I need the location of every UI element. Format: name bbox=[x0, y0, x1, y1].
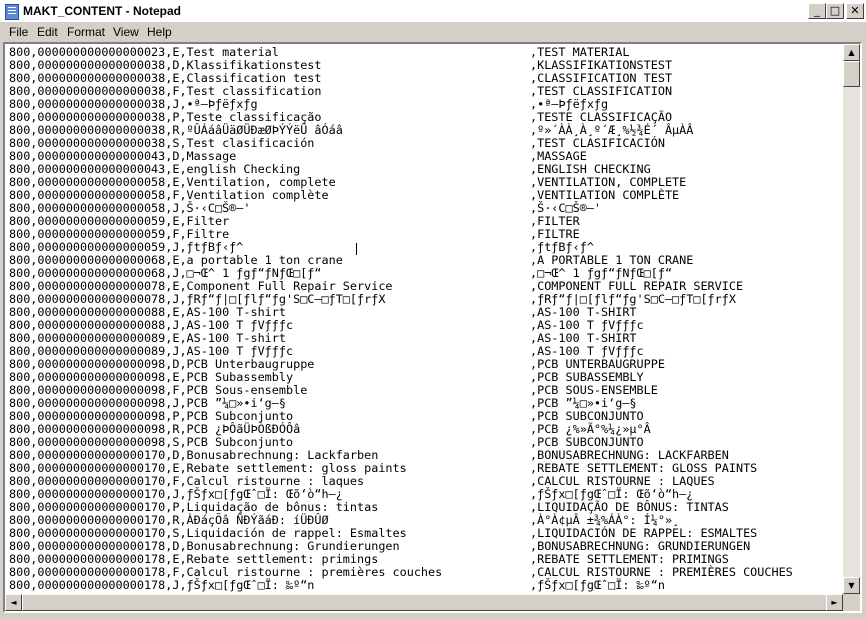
text-line-left: 800,000000000000000170,R,ÀÐáçÕâ ÑÐÝãáÐ: … bbox=[9, 513, 329, 527]
notepad-window: MAKT_CONTENT - Notepad _ □ ✕ File Edit F… bbox=[0, 0, 866, 619]
text-line-left: 800,000000000000000098,S,PCB Subconjunto bbox=[9, 435, 294, 449]
text-line-left: 800,000000000000000078,J,ƒRƒ“ƒ|□[ƒlƒ“ƒg'… bbox=[9, 292, 386, 306]
text-line-left: 800,000000000000000170,S,Liquidación de … bbox=[9, 526, 407, 540]
text-line: 800,000000000000000178,J,ƒŠƒx□[ƒgŒˆ□Ï: ‰… bbox=[9, 578, 665, 592]
text-line-left: 800,000000000000000058,E,Ventilation, co… bbox=[9, 175, 336, 189]
text-line-left: 800,000000000000000178,F,Calcul ristourn… bbox=[9, 565, 443, 579]
text-line-left: 800,000000000000000178,J,ƒŠƒx□[ƒgŒˆ□Ï: ‰… bbox=[9, 578, 315, 592]
text-line-left: 800,000000000000000089,E,AS-100 T-shirt bbox=[9, 331, 286, 345]
text-line-left: 800,000000000000000170,F,Calcul ristourn… bbox=[9, 474, 365, 488]
text-line-left: 800,000000000000000098,R,PCB ¿ÞÔãÜÞÒßÐÓÔ… bbox=[9, 422, 301, 436]
scrollbar-corner bbox=[843, 594, 860, 611]
menu-edit[interactable]: Edit bbox=[37, 25, 58, 39]
menu-help[interactable]: Help bbox=[147, 25, 172, 39]
text-line-left: 800,000000000000000059,F,Filtre bbox=[9, 227, 230, 241]
text-line-left: 800,000000000000000170,D,Bonusabrechnung… bbox=[9, 448, 379, 462]
horizontal-scroll-thumb[interactable] bbox=[22, 594, 828, 611]
text-line-left: 800,000000000000000178,E,Rebate settleme… bbox=[9, 552, 379, 566]
title-bar[interactable]: MAKT_CONTENT - Notepad _ □ ✕ bbox=[0, 0, 866, 23]
text-line-left: 800,000000000000000059,E,Filter bbox=[9, 214, 230, 228]
text-line-left: 800,000000000000000058,J,Š·‹C□Š®—' bbox=[9, 201, 251, 215]
text-cursor bbox=[356, 243, 357, 255]
text-line-left: 800,000000000000000058,F,Ventilation com… bbox=[9, 188, 329, 202]
minimize-button[interactable]: _ bbox=[808, 3, 826, 19]
text-line-left: 800,000000000000000068,J,□¬Œ^ 1 ƒgƒ“ƒNƒŒ… bbox=[9, 266, 322, 280]
menu-bar: File Edit Format View Help bbox=[0, 22, 866, 42]
text-line-left: 800,000000000000000089,J,AS-100 T ƒVƒƒƒc bbox=[9, 344, 294, 358]
menu-format[interactable]: Format bbox=[67, 25, 105, 39]
text-line-right: ,ƒŠƒx□[ƒgŒˆ□Ï: ‰º“n bbox=[530, 578, 665, 592]
scroll-down-button[interactable]: ▼ bbox=[843, 577, 860, 594]
vertical-scroll-thumb[interactable] bbox=[843, 61, 860, 87]
close-button[interactable]: ✕ bbox=[846, 3, 864, 19]
text-line-left: 800,000000000000000038,D,Klassifikations… bbox=[9, 58, 322, 72]
text-line-left: 800,000000000000000043,E,english Checkin… bbox=[9, 162, 301, 176]
text-line-left: 800,000000000000000078,E,Component Full … bbox=[9, 279, 393, 293]
menu-view[interactable]: View bbox=[113, 25, 139, 39]
text-line-left: 800,000000000000000170,P,Liquidação de b… bbox=[9, 500, 379, 514]
text-line-left: 800,000000000000000098,P,PCB Subconjunto bbox=[9, 409, 294, 423]
text-line-left: 800,000000000000000038,E,Classification … bbox=[9, 71, 322, 85]
text-content[interactable]: 800,000000000000000023,E,Test material ,T… bbox=[5, 44, 843, 594]
menu-file[interactable]: File bbox=[9, 25, 28, 39]
text-line-left: 800,000000000000000098,E,PCB Subassembly bbox=[9, 370, 294, 384]
window-title: MAKT_CONTENT - Notepad bbox=[23, 4, 181, 18]
text-line-left: 800,000000000000000038,J,•ª–Þƒëƒxƒg bbox=[9, 97, 258, 111]
text-line-left: 800,000000000000000098,D,PCB Unterbaugru… bbox=[9, 357, 315, 371]
text-line-left: 800,000000000000000178,D,Bonusabrechnung… bbox=[9, 539, 400, 553]
text-line-left: 800,000000000000000038,R,ºÛÁáâÜäØÜÐæØÞÝÝ… bbox=[9, 123, 343, 137]
scroll-left-button[interactable]: ◄ bbox=[5, 594, 22, 611]
text-line-left: 800,000000000000000170,E,Rebate settleme… bbox=[9, 461, 407, 475]
text-line-left: 800,000000000000000059,J,ƒtƒBƒ‹ƒ^ bbox=[9, 240, 244, 254]
text-line-left: 800,000000000000000098,F,PCB Sous-ensemb… bbox=[9, 383, 308, 397]
text-line-left: 800,000000000000000088,J,AS-100 T ƒVƒƒƒc bbox=[9, 318, 294, 332]
text-line-left: 800,000000000000000088,E,AS-100 T-shirt bbox=[9, 305, 286, 319]
text-line-left: 800,000000000000000043,D,Massage bbox=[9, 149, 237, 163]
maximize-button[interactable]: □ bbox=[826, 3, 844, 19]
text-line-left: 800,000000000000000038,F,Test classifica… bbox=[9, 84, 322, 98]
text-editor[interactable]: 800,000000000000000023,E,Test material ,T… bbox=[3, 42, 862, 613]
text-line-left: 800,000000000000000098,J,PCB ”¼□»•i‘g—§ bbox=[9, 396, 286, 410]
text-line-left: 800,000000000000000038,P,Teste classific… bbox=[9, 110, 322, 124]
horizontal-scrollbar[interactable]: ◄ ► bbox=[5, 594, 843, 611]
text-line-left: 800,000000000000000170,J,ƒŠƒx□[ƒgŒˆ□Ï: Œ… bbox=[9, 487, 343, 501]
scroll-up-button[interactable]: ▲ bbox=[843, 44, 860, 61]
text-line-left: 800,000000000000000023,E,Test material bbox=[9, 45, 279, 59]
vertical-scrollbar[interactable]: ▲ ▼ bbox=[843, 44, 860, 594]
text-line-left: 800,000000000000000068,E,a portable 1 to… bbox=[9, 253, 343, 267]
notepad-icon[interactable] bbox=[5, 4, 19, 20]
text-line-left: 800,000000000000000038,S,Test clasificac… bbox=[9, 136, 315, 150]
scroll-right-button[interactable]: ► bbox=[826, 594, 843, 611]
